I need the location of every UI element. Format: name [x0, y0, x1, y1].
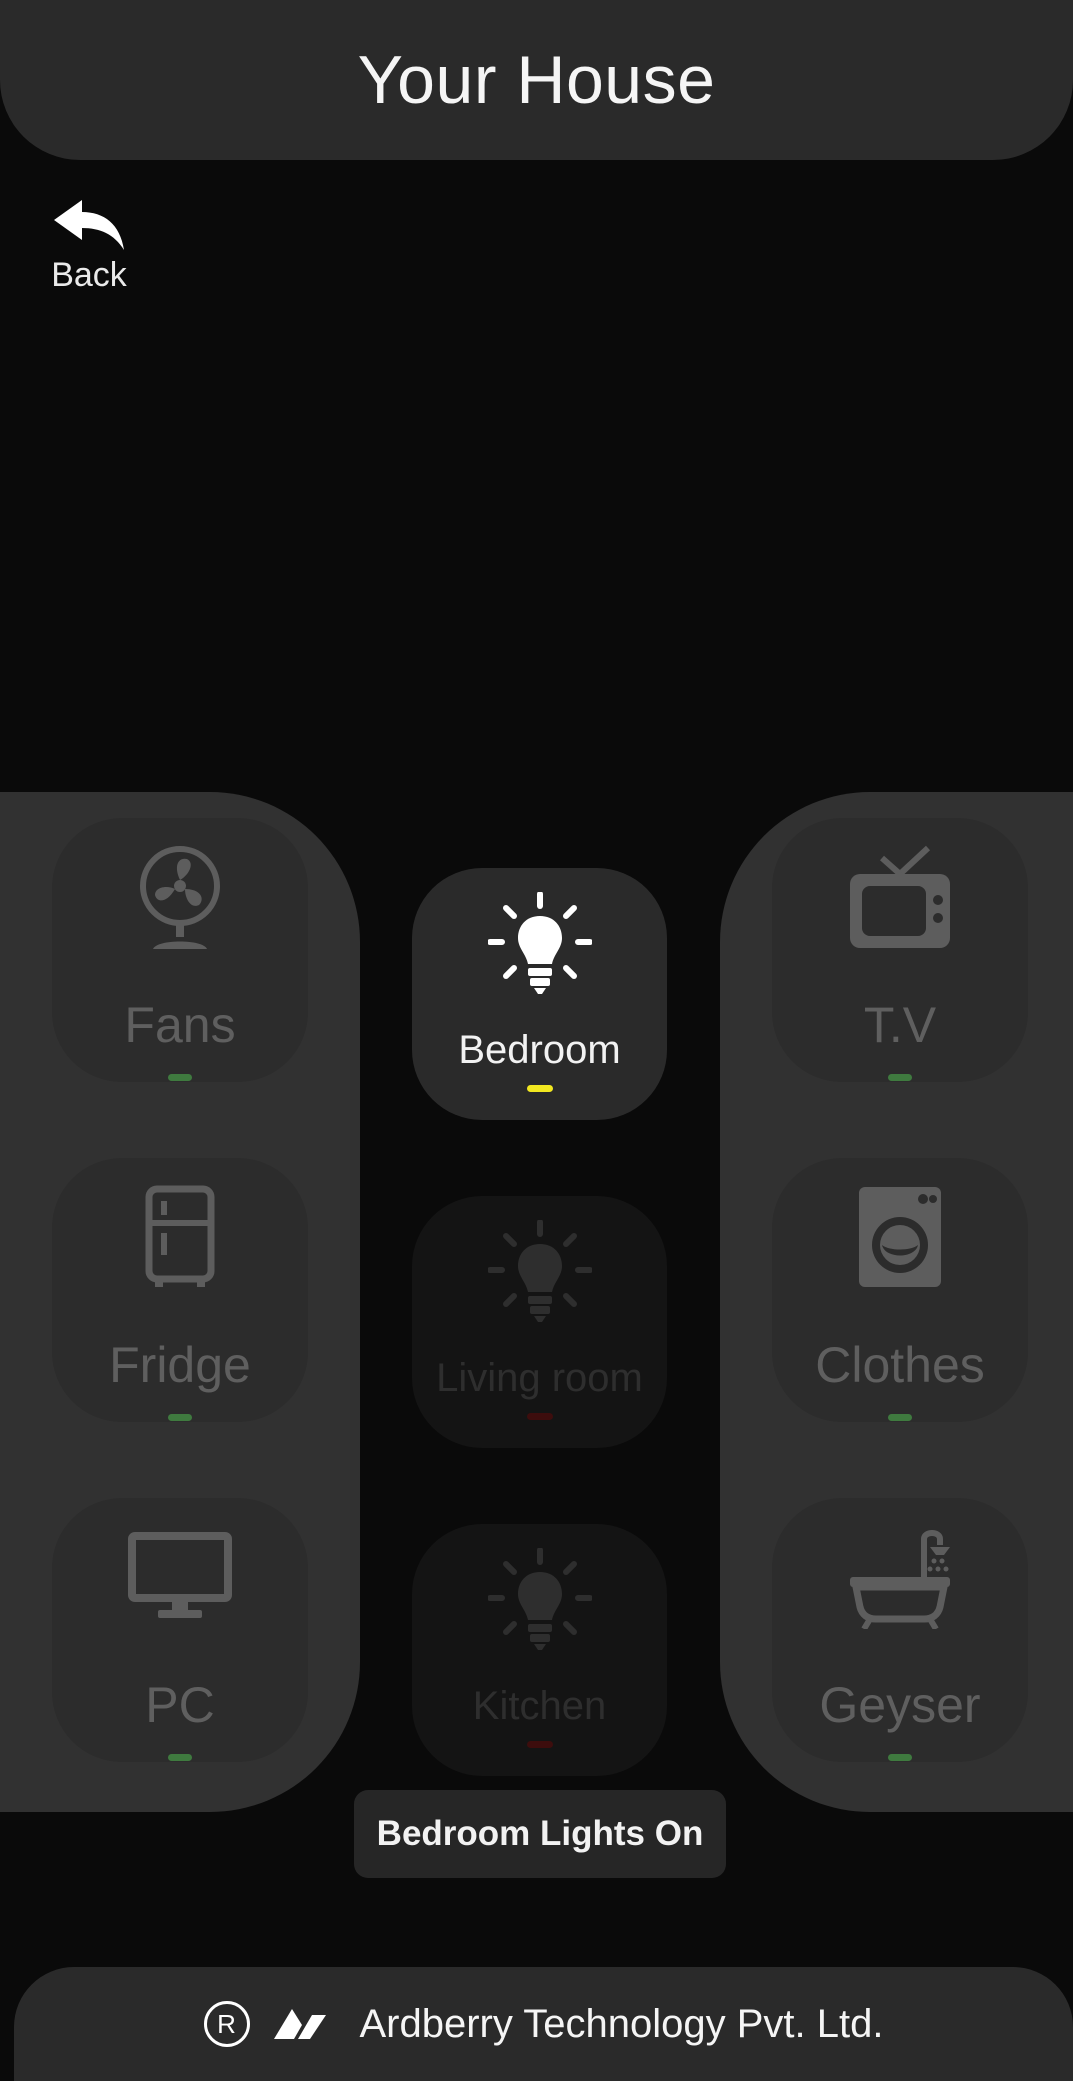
appliance-tile-geyser[interactable]: Geyser	[772, 1498, 1028, 1762]
washing-machine-icon	[772, 1182, 1028, 1292]
appliance-tile-clothes[interactable]: Clothes	[772, 1158, 1028, 1422]
appliance-label: Fridge	[109, 1337, 251, 1393]
appliance-tile-fans[interactable]: Fans	[52, 818, 308, 1082]
toast-message: Bedroom Lights On	[376, 1814, 704, 1853]
status-indicator	[888, 1754, 912, 1761]
back-arrow-icon	[54, 200, 124, 250]
monitor-icon	[52, 1522, 308, 1632]
header-bar: Your House	[0, 0, 1073, 160]
appliance-label: Geyser	[819, 1677, 981, 1733]
appliance-tile-pc[interactable]: PC	[52, 1498, 308, 1762]
status-indicator	[168, 1414, 192, 1421]
appliance-tile-fridge[interactable]: Fridge	[52, 1158, 308, 1422]
appliance-tile-tv[interactable]: T.V	[772, 818, 1028, 1082]
company-logo-icon	[273, 2009, 326, 2039]
toast-notification: Bedroom Lights On	[354, 1790, 726, 1878]
bathtub-icon	[772, 1522, 1028, 1632]
back-button[interactable]: Back	[44, 198, 134, 295]
appliance-label: Fans	[124, 997, 236, 1053]
room-label: Living room	[436, 1356, 643, 1400]
bulb-icon	[412, 1220, 667, 1330]
back-label: Back	[51, 256, 127, 294]
tv-icon	[772, 842, 1028, 952]
status-indicator	[168, 1074, 192, 1081]
fridge-icon	[52, 1182, 308, 1292]
fan-icon	[52, 842, 308, 952]
room-tile-bedroom[interactable]: Bedroom	[412, 868, 667, 1120]
appliance-label: PC	[145, 1677, 215, 1733]
footer-bar: R Ardberry Technology Pvt. Ltd.	[14, 1967, 1073, 2081]
registered-trademark-icon: R	[203, 2001, 250, 2047]
status-indicator	[888, 1414, 912, 1421]
appliance-label: T.V	[863, 997, 937, 1053]
status-indicator	[526, 1741, 553, 1748]
company-name: Ardberry Technology Pvt. Ltd.	[359, 2001, 884, 2046]
bulb-icon	[412, 892, 667, 1002]
status-indicator	[526, 1085, 553, 1092]
status-indicator	[168, 1754, 192, 1761]
room-tile-kitchen[interactable]: Kitchen	[412, 1524, 667, 1776]
page-title: Your House	[357, 42, 716, 118]
appliance-label: Clothes	[815, 1337, 985, 1393]
room-tile-living-room[interactable]: Living room	[412, 1196, 667, 1448]
room-label: Kitchen	[472, 1684, 607, 1728]
status-indicator	[526, 1413, 553, 1420]
status-indicator	[888, 1074, 912, 1081]
room-label: Bedroom	[458, 1028, 621, 1072]
bulb-icon	[412, 1548, 667, 1658]
